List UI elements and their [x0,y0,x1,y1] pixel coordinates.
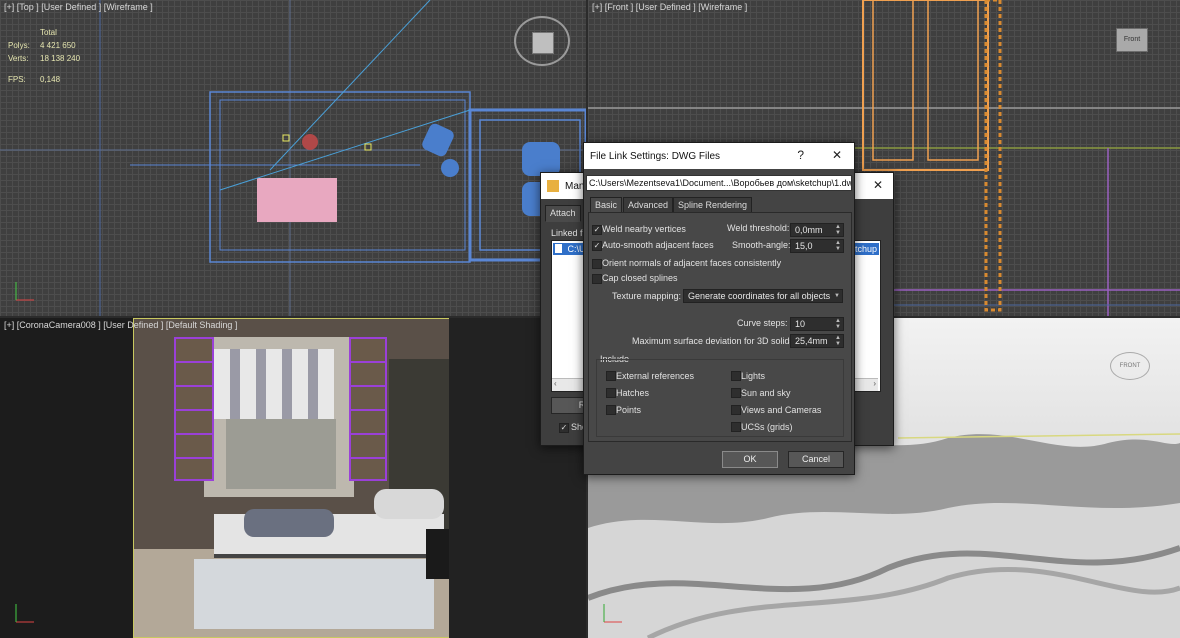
top-viewport-label[interactable]: [+] [Top ] [User Defined ] [Wireframe ] [4,2,153,12]
smooth-angle-value: 15,0 [795,241,813,251]
axis-tripod-icon [15,604,34,623]
curve-steps-label: Curve steps: [737,318,788,328]
scene-stats: Total Polys: 4 421 650 Verts: 18 138 240 F… [8,26,80,86]
sun-and-sky-checkbox[interactable] [731,388,741,398]
right-bookshelf [349,337,387,481]
camera-viewport-label[interactable]: [+] [CoronaCamera008 ] [User Defined ] [… [4,320,237,330]
manage-links-title: Man [565,180,585,192]
max-deviation-value: 25,4mm [795,336,828,346]
top-wireframe [0,0,586,316]
hatches-checkbox[interactable] [606,388,616,398]
cap-splines-checkbox[interactable] [592,274,602,284]
file-icon [555,244,562,253]
max-deviation-label: Maximum surface deviation for 3D solids: [632,336,797,346]
smooth-angle-spinner[interactable]: 15,0 ▲ ▼ [790,239,844,253]
dropdown-arrow-icon[interactable]: ▼ [834,293,840,299]
dwg-close-icon[interactable]: ✕ [832,148,842,162]
dwg-settings-titlebar[interactable]: File Link Settings: DWG Files ? ✕ [584,143,854,169]
ucss-grids-checkbox[interactable] [731,422,741,432]
viewcube-front-label: Front [1123,36,1141,43]
polys-value: 4 421 650 [40,41,76,50]
viewcube-top-face[interactable] [532,32,554,54]
curve-steps-spinner[interactable]: 10 ▲ ▼ [790,317,844,331]
spinner-arrows-icon[interactable]: ▲ ▼ [835,224,841,236]
blanket [244,509,334,537]
left-bookshelf [174,337,214,481]
weld-vertices-checkbox[interactable]: ✓ [592,225,602,235]
spinner-arrows-icon[interactable]: ▲ ▼ [835,335,841,347]
weld-threshold-label: Weld threshold: [727,223,790,233]
sun-and-sky-label: Sun and sky [741,388,791,398]
texture-mapping-label: Texture mapping: [612,291,682,301]
camera-left-panel [0,318,133,638]
show-checkbox[interactable]: ✓ [559,423,569,433]
auto-smooth-checkbox[interactable]: ✓ [592,241,602,251]
hatches-label: Hatches [616,388,650,398]
curtain [214,349,334,419]
cap-splines-label: Cap closed splines [602,273,678,283]
views-and-cameras-checkbox[interactable] [731,405,741,415]
weld-threshold-spinner[interactable]: 0,0mm ▲ ▼ [790,223,844,237]
viewcube-front[interactable]: Front [1116,28,1148,52]
polys-label: Polys: [8,41,30,50]
axis-tripod-icon [15,282,34,301]
ok-button[interactable]: OK [722,451,778,468]
smooth-angle-label: Smooth-angle: [732,240,791,250]
fps-label: FPS: [8,75,26,84]
fps-value: 0,148 [40,75,61,84]
ucss-grids-label: UCSs (grids) [741,422,793,432]
help-icon[interactable]: ? [797,148,804,162]
viewcube-perspective[interactable]: FRONT [1110,352,1150,380]
camera-render-frame [133,318,450,638]
viewcube[interactable] [514,16,570,66]
dwg-file-path: C:\Users\Mezentseva1\Document...\Воробье… [586,175,852,191]
views-and-cameras-label: Views and Cameras [741,405,822,415]
tab-attach[interactable]: Attach [545,205,581,222]
curve-steps-value: 10 [795,319,806,329]
verts-label: Verts: [8,54,29,63]
weld-vertices-label: Weld nearby vertices [602,224,686,234]
external-references-label: External references [616,371,695,381]
external-references-checkbox[interactable] [606,371,616,381]
cancel-button[interactable]: Cancel [788,451,844,468]
rug [194,559,434,629]
linked-files-label: Linked fil [551,228,587,238]
axis-tripod-icon [603,604,622,623]
spinner-arrows-icon[interactable]: ▲ ▼ [835,318,841,330]
verts-value: 18 138 240 [40,54,81,63]
scroll-left-icon[interactable]: ‹ [554,379,557,388]
front-viewport-label[interactable]: [+] [Front ] [User Defined ] [Wireframe … [592,2,747,12]
weld-threshold-value: 0,0mm [795,225,823,235]
pillows [374,489,444,519]
dwg-settings-title: File Link Settings: DWG Files [590,150,721,162]
auto-smooth-label: Auto-smooth adjacent faces [602,240,714,250]
spinner-arrows-icon[interactable]: ▲ ▼ [835,240,841,252]
max-deviation-spinner[interactable]: 25,4mm ▲ ▼ [790,334,844,348]
lights-checkbox[interactable] [731,371,741,381]
stats-header: Total [40,28,57,37]
orient-normals-checkbox[interactable] [592,259,602,269]
dwg-tabs: Basic Advanced Spline Rendering [590,197,848,214]
lights-label: Lights [741,371,766,381]
viewcube-perspective-label: FRONT [1119,363,1141,369]
nightstand [426,529,449,579]
manage-links-app-icon [547,180,559,192]
texture-mapping-select[interactable]: Generate coordinates for all objects ▼ [683,289,843,303]
manage-links-close-icon[interactable]: ✕ [873,178,883,192]
viewport-top[interactable]: [+] [Top ] [User Defined ] [Wireframe ] … [0,0,586,316]
points-label: Points [616,405,642,415]
texture-mapping-value: Generate coordinates for all objects [688,291,831,301]
scroll-right-icon[interactable]: › [873,379,876,388]
points-checkbox[interactable] [606,405,616,415]
window-panel [226,419,336,489]
viewport-camera[interactable]: [+] [CoronaCamera008 ] [User Defined ] [… [0,318,586,638]
orient-normals-label: Orient normals of adjacent faces consist… [602,258,782,268]
dwg-settings-dialog[interactable]: File Link Settings: DWG Files ? ✕ C:\Use… [583,142,855,475]
